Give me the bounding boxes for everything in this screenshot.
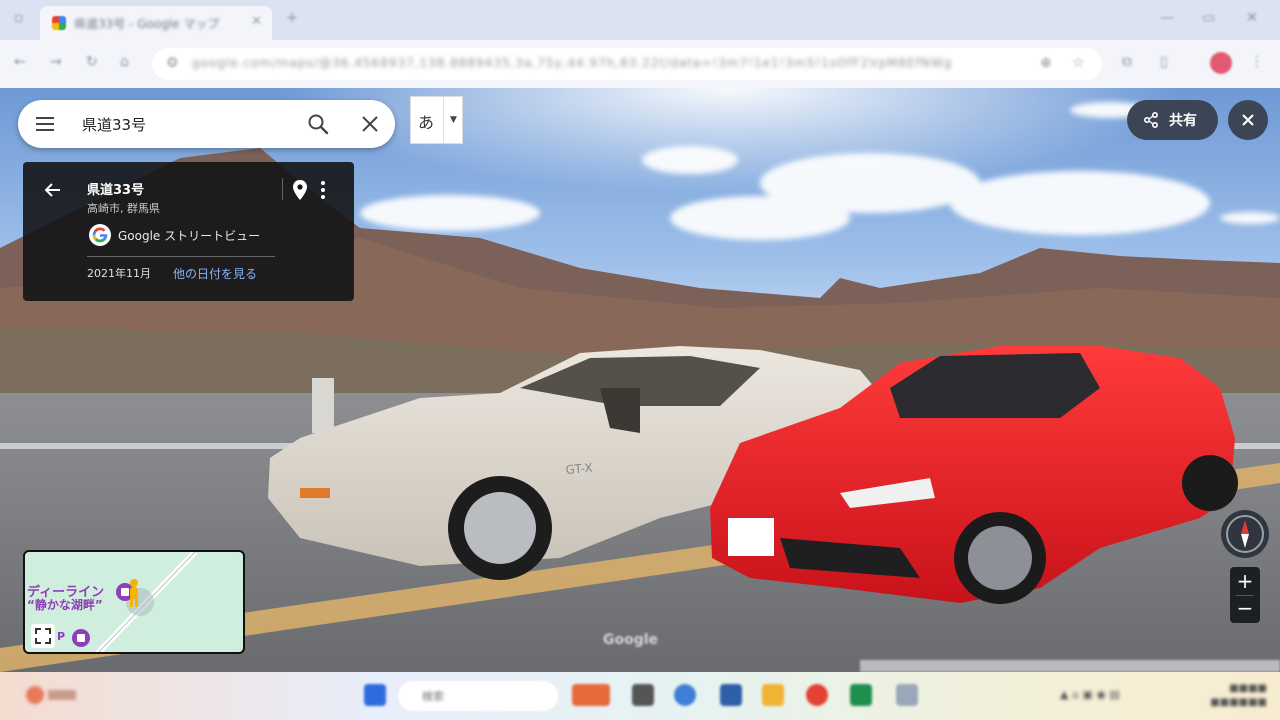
close-street-view-button[interactable] <box>1228 100 1268 140</box>
share-icon <box>1143 112 1158 128</box>
app-icon-2[interactable] <box>896 684 918 706</box>
app-icon-1[interactable] <box>720 684 742 706</box>
forward-nav-icon[interactable]: → <box>50 54 62 70</box>
see-other-dates-link[interactable]: 他の日付を見る <box>173 265 257 282</box>
address-url: google.com/maps/@36.4568937,138.8889435,… <box>192 56 953 70</box>
location-info-card: 県道33号 高崎市, 群馬県 Google ストリートビュー 2021年11月 … <box>23 162 354 301</box>
search-icon[interactable] <box>306 112 330 136</box>
weather-widget[interactable] <box>22 682 80 710</box>
maximize-icon[interactable]: ▭ <box>1202 10 1215 26</box>
ime-divider <box>443 97 444 143</box>
install-icon[interactable]: ⊕ <box>1040 55 1052 71</box>
minimap-poi-letter: P <box>57 630 66 643</box>
browser-tab-bar: ▫ 県道33号 - Google マップ ✕ + — ▭ ✕ <box>0 0 1280 40</box>
compass-icon <box>1226 515 1264 553</box>
zoom-out-button[interactable]: − <box>1230 595 1260 623</box>
tab-close-icon[interactable]: ✕ <box>251 14 262 29</box>
attribution-bar <box>860 660 1280 672</box>
system-tray-icons[interactable]: ▲ ⌂ ▣ ◉ ▤ <box>1060 688 1120 701</box>
site-info-icon[interactable]: ⚙ <box>166 55 179 71</box>
bookmark-star-icon[interactable]: ☆ <box>1072 55 1085 71</box>
ime-mode-char: あ <box>418 113 435 132</box>
widget-app-icon[interactable] <box>572 684 610 706</box>
extensions-icon[interactable]: ⧉ <box>1122 54 1132 70</box>
location-title: 県道33号 <box>87 183 145 198</box>
back-arrow-icon[interactable] <box>43 180 63 200</box>
share-button[interactable]: 共有 <box>1127 100 1218 140</box>
capture-date: 2021年11月 <box>87 267 151 280</box>
expand-icon <box>35 628 51 644</box>
search-input[interactable]: 県道33号 <box>82 114 146 135</box>
share-label: 共有 <box>1169 113 1197 129</box>
system-clock[interactable]: ■■■■ ■■■■■■ <box>1205 682 1267 710</box>
svg-text:GT-X: GT-X <box>565 461 593 477</box>
zoom-in-button[interactable]: + <box>1230 567 1260 595</box>
minimize-icon[interactable]: — <box>1160 10 1174 26</box>
browser-tab[interactable]: 県道33号 - Google マップ ✕ <box>40 6 272 40</box>
location-pin-icon[interactable] <box>292 179 308 201</box>
file-explorer-icon[interactable] <box>762 684 784 706</box>
roadside-post <box>312 378 334 433</box>
address-bar[interactable]: ⚙ google.com/maps/@36.4568937,138.888943… <box>152 48 1102 80</box>
taskbar-search[interactable]: 検索 <box>398 681 558 711</box>
os-taskbar: 検索 ▲ ⌂ ▣ ◉ ▤ ■■■■ ■■■■■■ <box>0 672 1280 720</box>
back-nav-icon[interactable]: ← <box>14 54 26 70</box>
card-divider-vertical <box>282 178 283 200</box>
hamburger-menu-icon[interactable] <box>34 114 56 134</box>
ime-mode-toggle[interactable]: あ ▼ <box>410 96 463 144</box>
browser-toolbar: ← → ↻ ⌂ ⚙ google.com/maps/@36.4568937,13… <box>0 40 1280 88</box>
new-tab-icon[interactable]: + <box>286 10 298 26</box>
close-icon <box>1242 114 1254 126</box>
maps-favicon-icon <box>52 16 66 30</box>
reload-icon[interactable]: ↻ <box>86 54 98 70</box>
imagery-provider: Google ストリートビュー <box>118 229 261 243</box>
compass-button[interactable] <box>1221 510 1269 558</box>
ime-dropdown-icon[interactable]: ▼ <box>450 115 457 125</box>
minimap-expand-button[interactable] <box>31 624 55 648</box>
home-icon[interactable]: ⌂ <box>120 54 129 70</box>
profile-avatar[interactable] <box>1210 52 1232 74</box>
clear-search-icon[interactable] <box>358 112 382 136</box>
browser-menu-icon[interactable]: ⋮ <box>1250 54 1264 70</box>
location-subtitle: 高崎市, 群馬県 <box>87 202 160 215</box>
zoom-control: + − <box>1230 567 1260 623</box>
minimap-place-subname[interactable]: “静かな湖畔” <box>27 596 103 613</box>
copilot-icon[interactable] <box>674 684 696 706</box>
search-box[interactable]: 県道33号 <box>18 100 395 148</box>
task-view-icon[interactable] <box>632 684 654 706</box>
google-logo-icon <box>89 224 111 246</box>
more-options-icon[interactable] <box>320 180 326 200</box>
google-watermark: Google <box>603 632 659 648</box>
tab-title: 県道33号 - Google マップ <box>74 17 220 31</box>
tab-actions-icon[interactable]: ▫ <box>14 10 24 26</box>
pegman-icon[interactable] <box>125 578 143 608</box>
sidepanel-icon[interactable]: ▯ <box>1160 54 1168 70</box>
excel-icon[interactable] <box>850 684 872 706</box>
chrome-icon[interactable] <box>806 684 828 706</box>
minimap-poi-marker-icon[interactable] <box>71 628 91 648</box>
taskbar-search-placeholder: 検索 <box>422 690 444 703</box>
card-divider <box>87 256 275 257</box>
window-close-icon[interactable]: ✕ <box>1246 10 1258 26</box>
minimap[interactable]: ディーライン “静かな湖畔” P <box>23 550 245 654</box>
start-menu-icon[interactable] <box>364 684 386 706</box>
